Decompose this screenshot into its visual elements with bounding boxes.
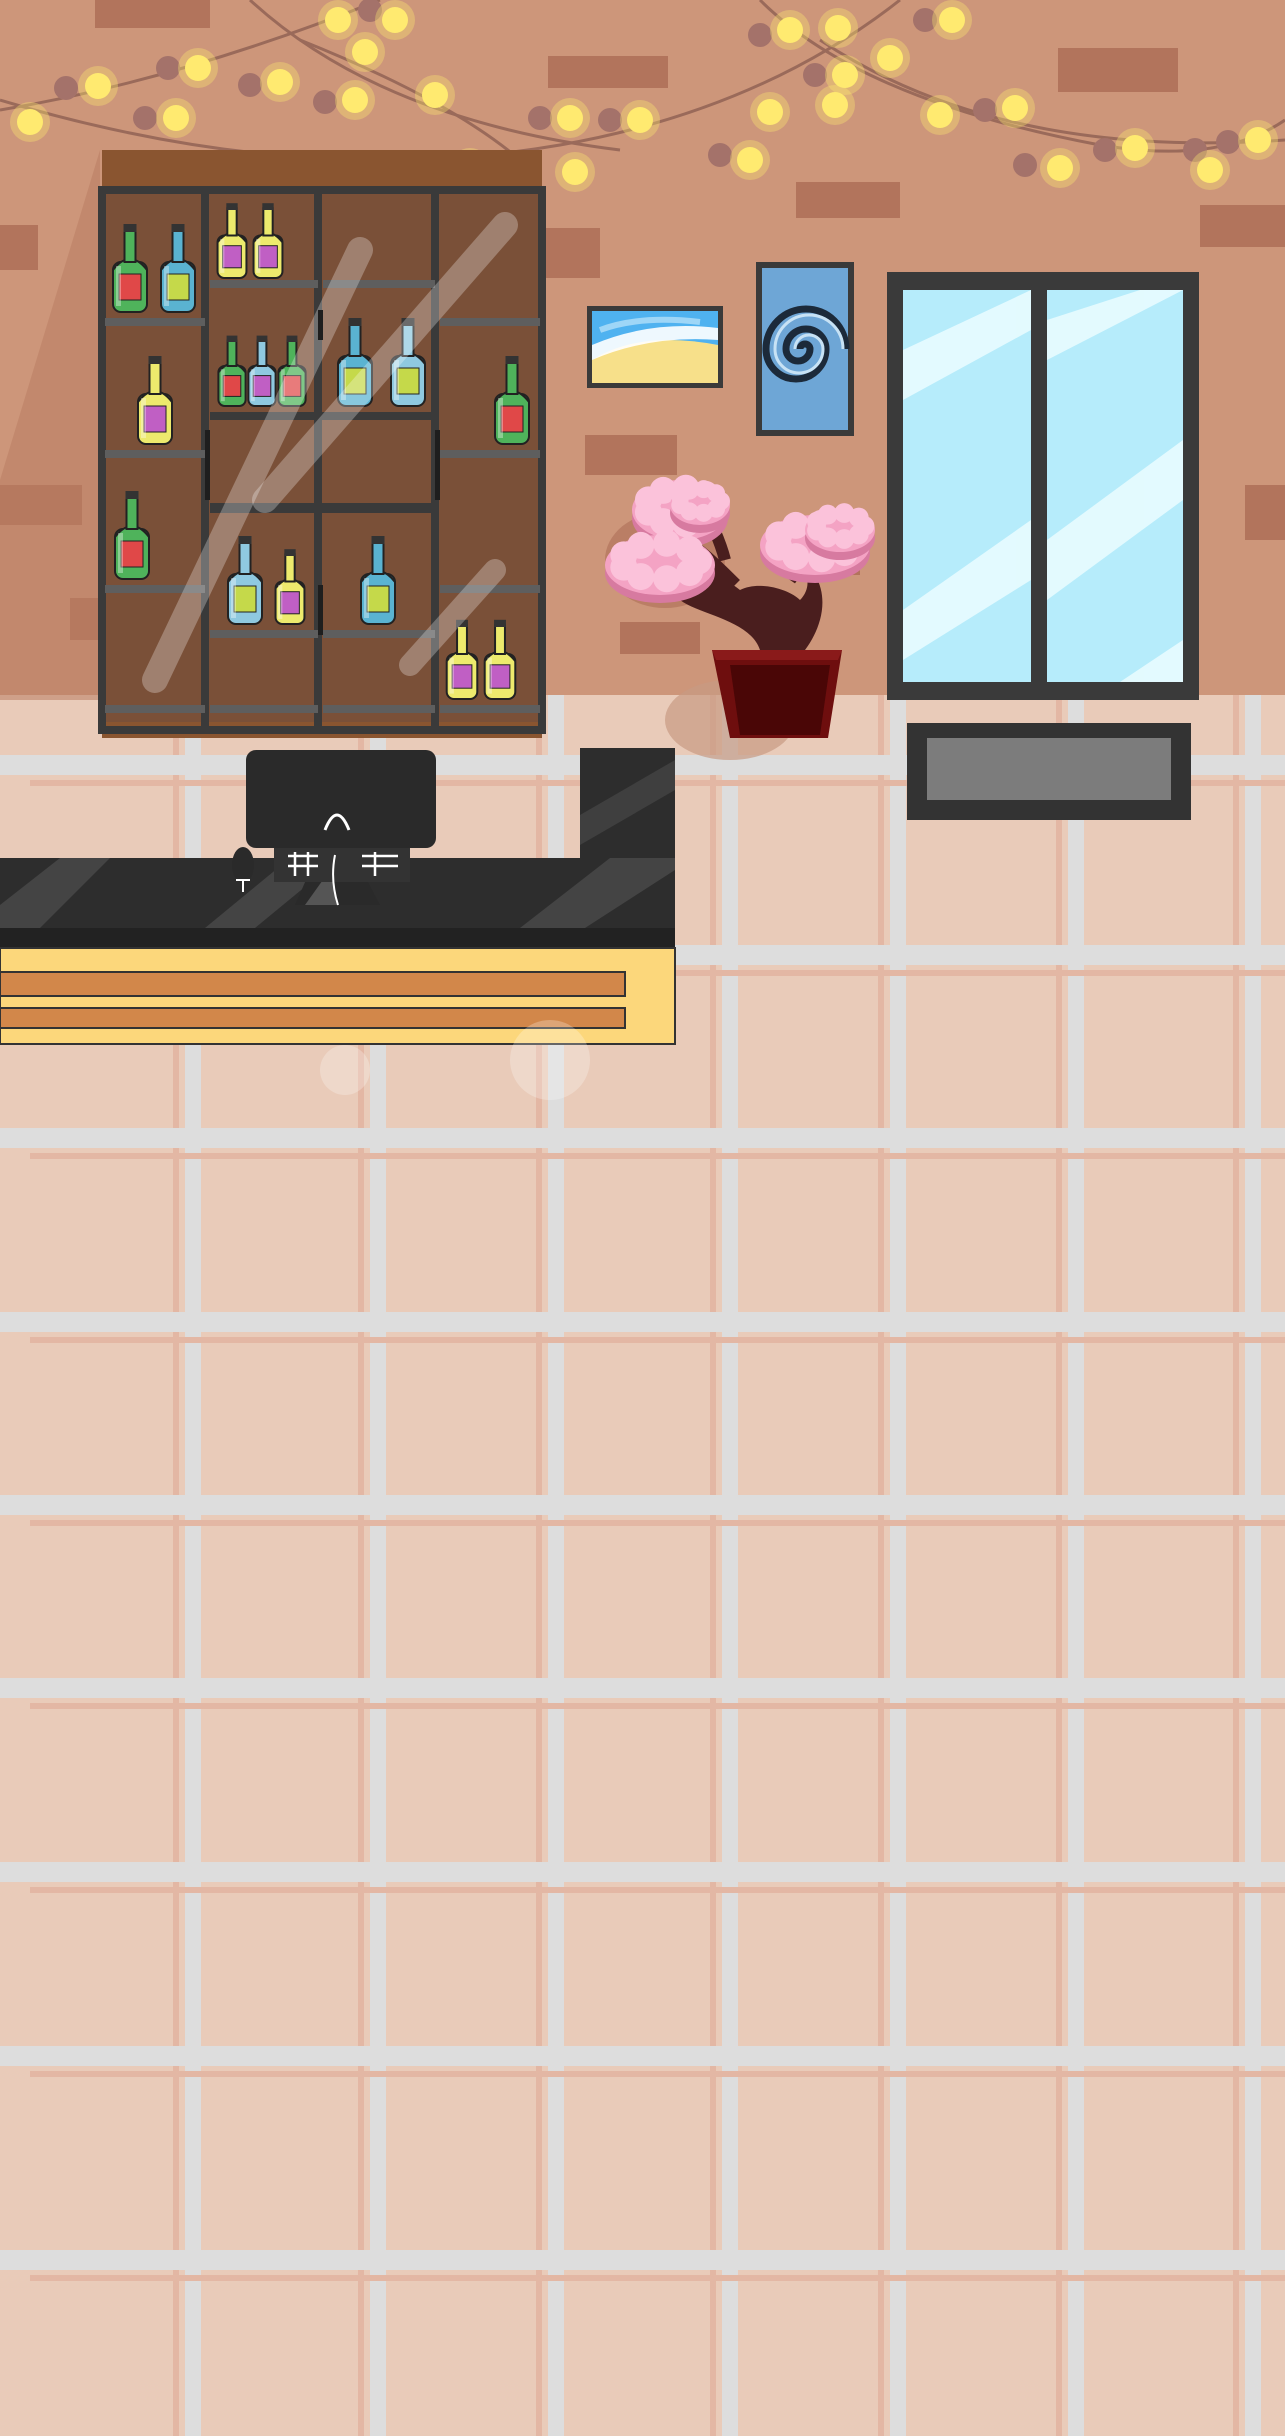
wall-brick: [1200, 205, 1285, 247]
bulb: [352, 39, 378, 65]
wall-brick: [1245, 485, 1285, 540]
bulb: [267, 69, 293, 95]
bulb: [1197, 157, 1223, 183]
bulb-off: [54, 76, 78, 100]
bulb-off: [528, 106, 552, 130]
wall-brick: [548, 56, 668, 88]
bulb: [825, 15, 851, 41]
floor-line: [0, 2250, 1285, 2270]
bulb: [1002, 95, 1028, 121]
shop-scene: [0, 0, 1285, 2436]
bulb-off: [156, 56, 180, 80]
cabinet-shelf: [210, 630, 318, 638]
bulb: [757, 99, 783, 125]
bulb-off: [238, 73, 262, 97]
bulb-off: [313, 90, 337, 114]
bulb-off: [598, 108, 622, 132]
floor-line: [0, 1862, 1285, 1882]
floor-line: [30, 1703, 1285, 1709]
door-mat[interactable]: [907, 723, 1191, 820]
cabinet-shelf: [105, 450, 205, 458]
wall-brick: [585, 435, 677, 475]
bulb-off: [1013, 153, 1037, 177]
glass-window[interactable]: [887, 272, 1199, 700]
floor-line: [30, 1520, 1285, 1526]
bulb: [422, 82, 448, 108]
wall-brick: [545, 228, 600, 278]
bulb: [185, 55, 211, 81]
bulb: [777, 17, 803, 43]
bulb: [627, 107, 653, 133]
cabinet-handle[interactable]: [205, 430, 210, 500]
bulb: [17, 109, 43, 135]
floor-line: [30, 1153, 1285, 1159]
wall-brick: [796, 182, 900, 218]
floor-line: [0, 1312, 1285, 1332]
cabinet-shelf: [105, 318, 205, 326]
floor-line: [30, 1887, 1285, 1893]
floor-line: [30, 2071, 1285, 2077]
floor-line: [0, 1678, 1285, 1698]
bulb-off: [133, 106, 157, 130]
bulb-off: [973, 98, 997, 122]
bulb: [1122, 135, 1148, 161]
floor-line: [0, 2046, 1285, 2066]
cabinet-shelf: [210, 705, 318, 713]
bulb: [822, 92, 848, 118]
floor-line: [30, 2275, 1285, 2281]
bulb: [1245, 127, 1271, 153]
bulb-off: [803, 63, 827, 87]
wall-brick: [1058, 48, 1178, 92]
bulb: [342, 87, 368, 113]
cabinet-handle[interactable]: [435, 430, 440, 500]
bulb: [1047, 155, 1073, 181]
bulb: [163, 105, 189, 131]
cabinet-shelf: [105, 705, 205, 713]
bulb: [877, 45, 903, 71]
bulb-off: [1093, 138, 1117, 162]
cabinet-handle[interactable]: [318, 310, 323, 340]
bulb-off: [748, 23, 772, 47]
bulb: [927, 102, 953, 128]
cabinet-shelf: [440, 705, 540, 713]
cabinet-shelf: [210, 280, 318, 288]
blossom-cluster: [670, 480, 730, 533]
cabinet-handle[interactable]: [318, 585, 323, 635]
wall-brick: [620, 622, 700, 654]
floor-line: [0, 1128, 1285, 1148]
bulb: [325, 7, 351, 33]
cabinet-shelf: [440, 318, 540, 326]
bottle-cabinet[interactable]: [98, 150, 546, 738]
wall-brick: [95, 0, 210, 28]
bulb-off: [1216, 130, 1240, 154]
bulb: [562, 159, 588, 185]
bulb: [939, 7, 965, 33]
bulb: [557, 105, 583, 131]
floor-line: [0, 1495, 1285, 1515]
cash-register-icon[interactable]: [246, 750, 436, 906]
bulb: [832, 62, 858, 88]
bulb-off: [708, 143, 732, 167]
floor-line: [30, 1337, 1285, 1343]
cabinet-shelf: [323, 630, 435, 638]
beach-painting-icon[interactable]: [587, 306, 723, 388]
wall-brick: [0, 225, 38, 270]
bulb: [737, 147, 763, 173]
cabinet-shelf: [323, 705, 435, 713]
swirl-painting-icon[interactable]: [756, 262, 854, 436]
bulb: [85, 73, 111, 99]
bulb: [382, 7, 408, 33]
cabinet-shelf: [440, 450, 540, 458]
